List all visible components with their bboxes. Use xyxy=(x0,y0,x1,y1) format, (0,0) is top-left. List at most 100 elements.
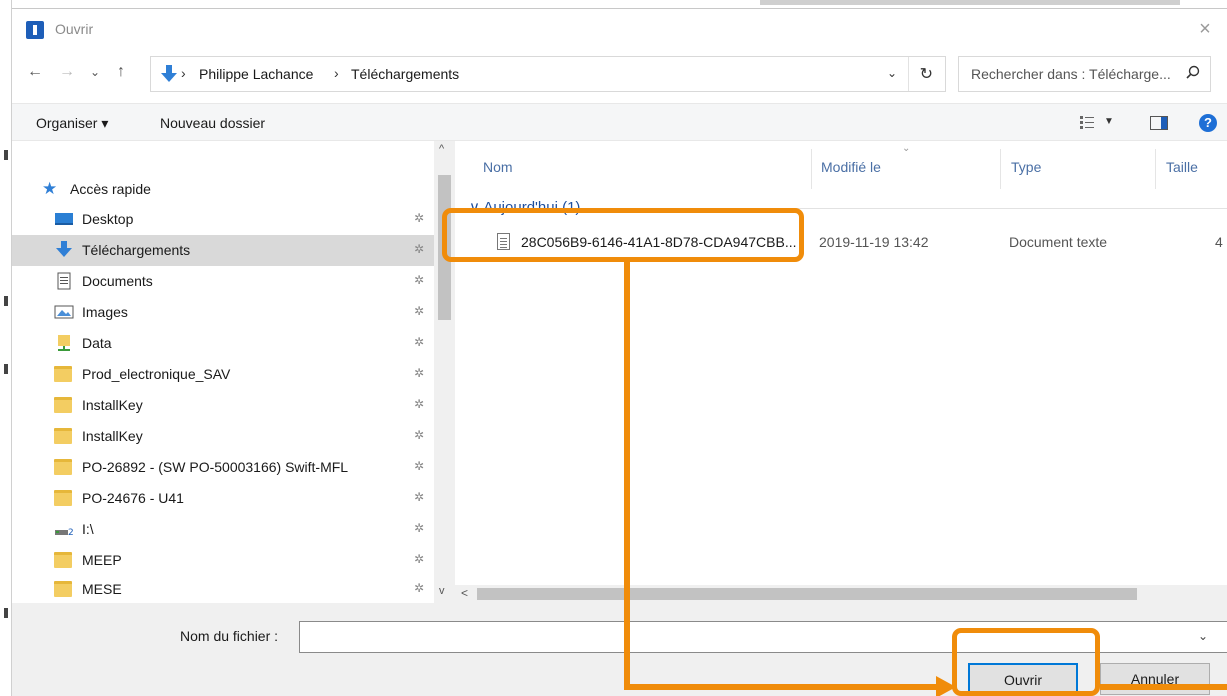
address-bar[interactable]: › Philippe Lachance › Téléchargements ⌄ … xyxy=(150,56,946,92)
download-arrow-icon xyxy=(161,65,177,82)
pin-icon: ✲ xyxy=(414,581,425,595)
sidebar-item-label: I:\ xyxy=(82,521,94,537)
annotation-connector xyxy=(1100,684,1227,690)
sidebar-item-label: Data xyxy=(82,335,112,351)
forward-button[interactable]: → xyxy=(56,63,78,81)
back-button[interactable]: ← xyxy=(24,63,46,81)
title-bar: Ouvrir × xyxy=(12,9,1227,51)
recent-locations-button[interactable]: ⌄ xyxy=(84,65,106,79)
network-folder-icon xyxy=(58,335,70,351)
sidebar-item-images[interactable]: Images ✲ xyxy=(12,297,434,328)
folder-icon xyxy=(54,396,74,414)
sidebar-item-folder[interactable]: Prod_electronique_SAV ✲ xyxy=(12,359,434,390)
search-icon xyxy=(1186,65,1200,79)
sidebar-item-documents[interactable]: Documents ✲ xyxy=(12,266,434,297)
folder-icon xyxy=(54,580,74,598)
pin-icon: ✲ xyxy=(414,459,425,473)
open-file-dialog: Ouvrir × ← → ⌄ ↑ › Philippe Lachance › T… xyxy=(12,8,1227,696)
sidebar-item-label: Téléchargements xyxy=(82,242,191,258)
navigation-pane: ★ Accès rapide Desktop ✲ Téléchargements… xyxy=(12,141,455,603)
column-header-modified[interactable]: Modifié le xyxy=(821,159,881,175)
column-header-type[interactable]: Type xyxy=(1011,159,1041,175)
star-icon: ★ xyxy=(42,179,58,198)
sidebar-item-folder[interactable]: PO-26892 - (SW PO-50003166) Swift-MFL ✲ xyxy=(12,452,434,483)
file-size: 4 xyxy=(1215,234,1223,250)
address-divider xyxy=(908,57,909,91)
horizontal-scrollbar[interactable]: < xyxy=(455,585,1227,603)
folder-icon xyxy=(54,489,74,507)
view-options-icon[interactable] xyxy=(1080,115,1094,129)
cancel-button[interactable]: Annuler xyxy=(1100,663,1210,695)
close-button[interactable]: × xyxy=(1191,17,1219,43)
folder-icon xyxy=(54,427,74,445)
column-header-size[interactable]: Taille xyxy=(1166,159,1198,175)
new-folder-button[interactable]: Nouveau dossier xyxy=(160,115,265,131)
pin-icon: ✲ xyxy=(414,242,425,256)
column-divider xyxy=(1155,149,1156,189)
sidebar-item-downloads[interactable]: Téléchargements ✲ xyxy=(12,235,434,266)
annotation-connector xyxy=(624,262,630,690)
folder-icon xyxy=(54,458,74,476)
pin-icon: ✲ xyxy=(414,335,425,349)
sidebar-item-folder[interactable]: InstallKey ✲ xyxy=(12,390,434,421)
search-box[interactable]: Rechercher dans : Télécharge... xyxy=(958,56,1211,92)
pin-icon: ✲ xyxy=(414,366,425,380)
pin-icon: ✲ xyxy=(414,490,425,504)
edge-mark xyxy=(4,608,8,618)
annotation-connector xyxy=(624,684,942,690)
scroll-left-icon[interactable]: < xyxy=(461,586,468,600)
filename-dropdown-icon[interactable]: ⌄ xyxy=(1198,629,1208,643)
sidebar-item-label: InstallKey xyxy=(82,397,143,413)
command-bar: Organiser ▾ Nouveau dossier ▼ ? xyxy=(12,103,1227,141)
edge-mark xyxy=(4,296,8,306)
desktop-icon xyxy=(55,213,73,225)
address-dropdown-button[interactable]: ⌄ xyxy=(887,66,897,80)
edge-mark xyxy=(4,150,8,160)
filename-label: Nom du fichier : xyxy=(180,628,279,644)
view-chevron-icon[interactable]: ▼ xyxy=(1104,116,1114,127)
navigation-bar: ← → ⌄ ↑ › Philippe Lachance › Télécharge… xyxy=(12,51,1227,97)
folder-icon xyxy=(54,365,74,383)
sidebar-item-label: Desktop xyxy=(82,211,134,227)
breadcrumb-downloads[interactable]: Téléchargements xyxy=(351,66,459,82)
pin-icon: ✲ xyxy=(414,273,425,287)
sidebar-item-label: InstallKey xyxy=(82,428,143,444)
sidebar-item-folder[interactable]: InstallKey ✲ xyxy=(12,421,434,452)
sidebar-item-folder[interactable]: PO-24676 - U41 ✲ xyxy=(12,483,434,514)
app-info-icon xyxy=(26,21,44,39)
background-window-edge xyxy=(0,0,12,696)
scroll-thumb[interactable] xyxy=(477,588,1137,600)
scroll-up-icon[interactable]: ^ xyxy=(439,143,444,155)
preview-pane-icon[interactable] xyxy=(1150,116,1168,130)
window-title: Ouvrir xyxy=(55,21,94,37)
sidebar-item-folder[interactable]: MEEP ✲ xyxy=(12,545,434,576)
sidebar-item-label: Prod_electronique_SAV xyxy=(82,366,231,382)
sidebar-item-label: Images xyxy=(82,304,128,320)
scroll-down-icon[interactable]: v xyxy=(439,585,445,597)
pin-icon: ✲ xyxy=(414,304,425,318)
breadcrumb-separator: › xyxy=(181,65,186,81)
images-icon xyxy=(54,305,74,319)
column-header-name[interactable]: Nom xyxy=(483,159,513,175)
pin-icon: ✲ xyxy=(414,397,425,411)
annotation-arrow-icon xyxy=(936,676,956,696)
sidebar-item-folder[interactable]: MESE ✲ xyxy=(12,574,434,605)
search-input[interactable]: Rechercher dans : Télécharge... xyxy=(971,66,1171,82)
organize-menu[interactable]: Organiser ▾ xyxy=(36,115,108,132)
background-window-strip xyxy=(760,0,1180,5)
breadcrumb-separator: › xyxy=(334,65,339,81)
help-icon[interactable]: ? xyxy=(1199,114,1217,132)
documents-icon xyxy=(57,272,71,290)
breadcrumb-user[interactable]: Philippe Lachance xyxy=(199,66,313,82)
refresh-button[interactable]: ↻ xyxy=(920,64,933,84)
sidebar-item-drive[interactable]: 2 I:\ ✲ xyxy=(12,514,434,545)
column-divider xyxy=(1000,149,1001,189)
sidebar-item-data[interactable]: Data ✲ xyxy=(12,328,434,359)
folder-icon xyxy=(54,551,74,569)
sidebar-item-label: MESE xyxy=(82,581,122,597)
up-button[interactable]: ↑ xyxy=(110,63,132,81)
download-icon xyxy=(56,241,72,257)
file-type: Document texte xyxy=(1009,234,1108,250)
pin-icon: ✲ xyxy=(414,552,425,566)
sidebar-item-desktop[interactable]: Desktop ✲ xyxy=(12,204,434,235)
